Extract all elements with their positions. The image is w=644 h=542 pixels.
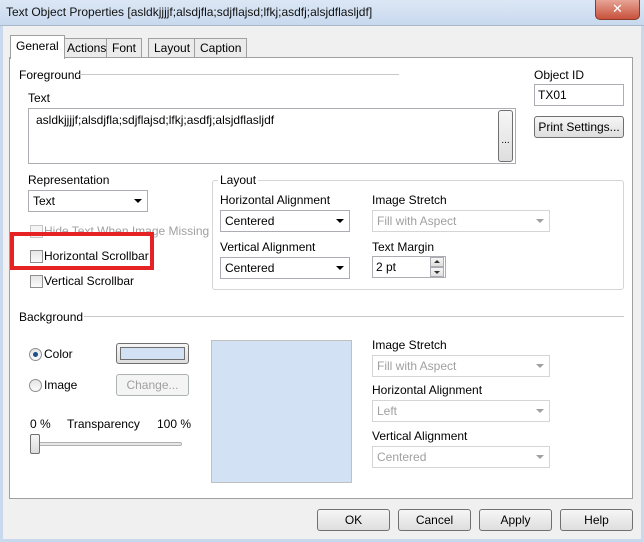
background-separator xyxy=(84,316,624,317)
object-id-label: Object ID xyxy=(534,68,585,82)
title-bar: Text Object Properties [asldkjjjjf;alsdj… xyxy=(0,0,644,26)
fg-horizontal-alignment-label: Horizontal Alignment xyxy=(220,193,331,207)
fg-vertical-alignment-label: Vertical Alignment xyxy=(220,240,316,254)
image-radio[interactable] xyxy=(29,379,42,392)
chevron-down-icon xyxy=(536,409,544,413)
close-button[interactable]: ✕ xyxy=(595,0,640,20)
fg-horizontal-alignment-value: Centered xyxy=(225,214,275,228)
tab-caption[interactable]: Caption xyxy=(194,38,248,58)
text-margin-label: Text Margin xyxy=(372,240,435,254)
fg-horizontal-alignment-dropdown[interactable]: Centered xyxy=(220,210,350,232)
representation-value: Text xyxy=(33,194,56,208)
layout-group-label: Layout xyxy=(218,173,259,187)
text-margin-decrement[interactable] xyxy=(430,267,444,277)
horizontal-scrollbar-label: Horizontal Scrollbar xyxy=(44,249,149,263)
close-icon: ✕ xyxy=(612,1,623,16)
chevron-down-icon xyxy=(434,271,440,274)
color-radio[interactable] xyxy=(29,348,42,361)
foreground-separator xyxy=(79,74,399,75)
window-title: Text Object Properties [asldkjjjjf;alsdj… xyxy=(6,5,373,19)
chevron-down-icon xyxy=(336,219,344,223)
chevron-down-icon xyxy=(536,364,544,368)
representation-label: Representation xyxy=(28,173,110,187)
expression-ellipsis-button[interactable]: ... xyxy=(498,110,513,162)
bg-horizontal-alignment-dropdown[interactable]: Left xyxy=(372,400,550,422)
text-field-value: asldkjjjjf;alsdjfla;sdjflajsd;lfkj;asdfj… xyxy=(36,113,275,127)
fg-vertical-alignment-dropdown[interactable]: Centered xyxy=(220,257,350,279)
representation-dropdown[interactable]: Text xyxy=(28,190,148,212)
transparency-label: Transparency xyxy=(67,417,140,431)
text-field[interactable]: asldkjjjjf;alsdjfla;sdjflajsd;lfkj;asdfj… xyxy=(28,108,516,164)
transparency-slider-track[interactable] xyxy=(32,442,182,446)
bg-vertical-alignment-value: Centered xyxy=(377,450,427,464)
apply-button[interactable]: Apply xyxy=(479,509,552,531)
background-preview xyxy=(211,340,352,483)
vertical-scrollbar-checkbox[interactable] xyxy=(30,275,43,288)
bg-image-stretch-dropdown[interactable]: Fill with Aspect xyxy=(372,355,550,377)
cancel-button[interactable]: Cancel xyxy=(398,509,471,531)
fg-vertical-alignment-value: Centered xyxy=(225,261,275,275)
tab-general[interactable]: General xyxy=(10,35,65,59)
text-margin-value: 2 pt xyxy=(376,260,397,274)
bg-vertical-alignment-label: Vertical Alignment xyxy=(372,429,468,443)
tab-actions[interactable]: Actions xyxy=(61,38,113,58)
radio-selected-dot xyxy=(33,352,38,357)
color-swatch xyxy=(120,347,185,360)
tab-layout[interactable]: Layout xyxy=(148,38,197,58)
fg-image-stretch-value: Fill with Aspect xyxy=(377,214,457,228)
text-label: Text xyxy=(28,91,51,105)
horizontal-scrollbar-checkbox[interactable] xyxy=(30,250,43,263)
print-settings-button[interactable]: Print Settings... xyxy=(534,116,624,138)
window-frame-left xyxy=(0,26,3,542)
transparency-slider-thumb[interactable] xyxy=(30,434,40,454)
vertical-scrollbar-label: Vertical Scrollbar xyxy=(44,274,135,288)
object-id-field[interactable]: TX01 xyxy=(534,84,624,106)
chevron-up-icon xyxy=(434,260,440,263)
bg-horizontal-alignment-label: Horizontal Alignment xyxy=(372,383,483,397)
transparency-max-label: 100 % xyxy=(157,417,192,431)
transparency-min-label: 0 % xyxy=(30,417,51,431)
foreground-section-label: Foreground xyxy=(19,68,82,82)
image-radio-label: Image xyxy=(44,378,78,392)
bg-horizontal-alignment-value: Left xyxy=(377,404,398,418)
bg-vertical-alignment-dropdown[interactable]: Centered xyxy=(372,446,550,468)
text-margin-increment[interactable] xyxy=(430,257,444,267)
bg-image-stretch-value: Fill with Aspect xyxy=(377,359,457,373)
background-color-picker[interactable] xyxy=(116,343,189,364)
chevron-down-icon xyxy=(134,199,142,203)
background-section-label: Background xyxy=(19,310,84,324)
fg-image-stretch-label: Image Stretch xyxy=(372,193,447,207)
ok-button[interactable]: OK xyxy=(317,509,390,531)
chevron-down-icon xyxy=(536,219,544,223)
chevron-down-icon xyxy=(336,266,344,270)
help-button[interactable]: Help xyxy=(560,509,633,531)
chevron-down-icon xyxy=(536,455,544,459)
change-image-button[interactable]: Change... xyxy=(116,374,189,396)
bg-image-stretch-label: Image Stretch xyxy=(372,338,447,352)
color-radio-label: Color xyxy=(44,347,73,361)
fg-image-stretch-dropdown[interactable]: Fill with Aspect xyxy=(372,210,550,232)
tab-font[interactable]: Font xyxy=(106,38,143,58)
